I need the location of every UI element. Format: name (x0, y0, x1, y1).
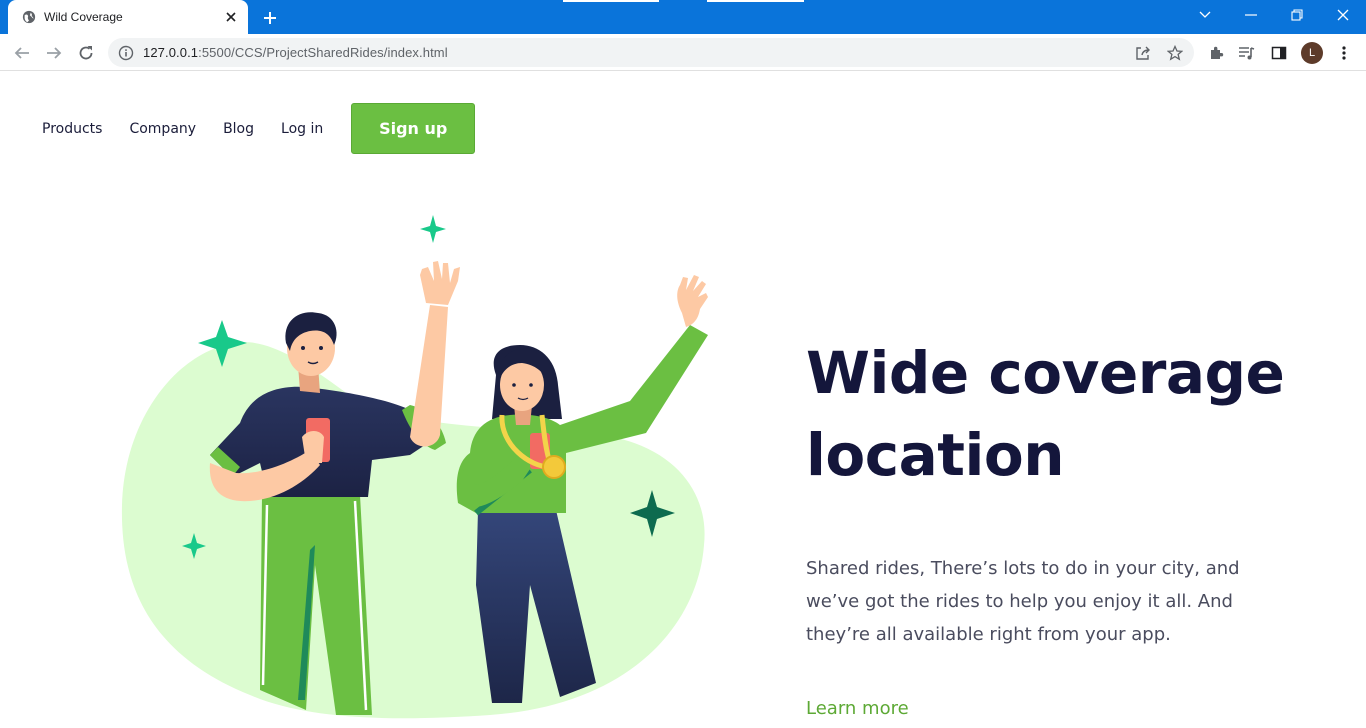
nav-link-login[interactable]: Log in (281, 121, 323, 137)
address-bar[interactable]: 127.0.0.1:5500/CCS/ProjectSharedRides/in… (108, 38, 1194, 67)
browser-tab[interactable]: Wild Coverage (8, 0, 248, 34)
close-window-icon[interactable] (1330, 4, 1356, 26)
titlebar-highlight (563, 0, 659, 2)
sparkle-icon (420, 215, 446, 243)
url-text[interactable]: 127.0.0.1:5500/CCS/ProjectSharedRides/in… (143, 45, 448, 60)
globe-icon (22, 10, 36, 24)
hero-illustration (121, 215, 708, 719)
hero-title: Wide coverage location (806, 332, 1346, 496)
nav-link-company[interactable]: Company (129, 121, 196, 137)
sidepanel-icon[interactable] (1269, 43, 1289, 63)
titlebar-highlight (707, 0, 804, 2)
close-icon[interactable] (222, 8, 240, 26)
site-navigation: Products Company Blog Log in Sign up (42, 103, 476, 154)
extensions-icon[interactable] (1206, 43, 1226, 63)
signup-button[interactable]: Sign up (351, 103, 476, 154)
learn-more-link[interactable]: Learn more (806, 698, 909, 719)
menu-icon[interactable] (1334, 43, 1354, 63)
browser-toolbar: 127.0.0.1:5500/CCS/ProjectSharedRides/in… (0, 34, 1366, 71)
background-blob (121, 342, 705, 719)
nav-link-blog[interactable]: Blog (223, 121, 254, 137)
share-icon[interactable] (1134, 44, 1152, 62)
back-icon[interactable] (11, 42, 33, 64)
restore-icon[interactable] (1284, 4, 1310, 26)
medal-icon (542, 455, 566, 479)
avatar[interactable]: L (1301, 42, 1323, 64)
url-host: 127.0.0.1 (143, 45, 199, 60)
page-scrollbar[interactable] (1349, 71, 1366, 728)
hero-description: Shared rides, There’s lots to do in your… (806, 558, 1240, 645)
chevron-down-icon[interactable] (1192, 4, 1218, 26)
star-icon[interactable] (1166, 44, 1184, 62)
tab-title: Wild Coverage (44, 10, 123, 24)
hero-title-line: location (806, 421, 1065, 489)
media-icon[interactable] (1237, 43, 1257, 63)
plus-icon[interactable] (259, 7, 281, 29)
forward-icon[interactable] (43, 42, 65, 64)
url-path: :5500/CCS/ProjectSharedRides/index.html (198, 45, 448, 60)
hero-title-line: Wide coverage (806, 339, 1285, 407)
nav-link-products[interactable]: Products (42, 121, 102, 137)
browser-titlebar: Wild Coverage (0, 0, 1366, 34)
info-icon[interactable] (118, 45, 134, 61)
reload-icon[interactable] (75, 42, 97, 64)
minimize-icon[interactable] (1238, 4, 1264, 26)
